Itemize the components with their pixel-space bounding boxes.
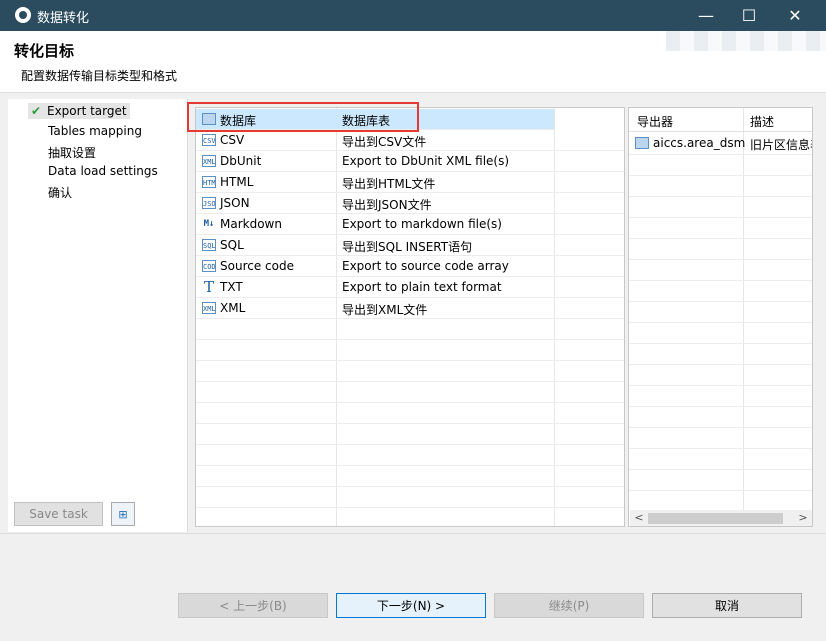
exporter-name: JSON [220,196,250,210]
exporter-table: 数据库 数据库表 CSV CSV 导出到CSV文件 XML DbUnit Export to … [195,107,625,527]
header-decoration [666,31,826,51]
exporter-row[interactable]: T TXT Export to plain text format [196,277,624,298]
exporter-name: TXT [220,280,243,294]
exporter-name: 数据库 [220,114,257,128]
wizard-footer: < 上一步(B) 下一步(N) > 继续(P) 取消 [0,533,826,641]
empty-row [196,487,624,508]
exporter-row[interactable]: CODE Source code Export to source code arr… [196,256,624,277]
empty-row [196,466,624,487]
exporter-description: Export to plain text format [342,280,502,294]
title-bar: 数据转化 — ☐ ✕ [0,0,826,31]
empty-row [196,445,624,466]
table-row[interactable]: aiccs.area_dsm 旧片区信息表 [629,133,812,154]
scroll-left-icon[interactable]: < [632,511,646,526]
exporter-row[interactable]: JSON JSON 导出到JSON文件 [196,193,624,214]
exporter-description: 导出到SQL INSERT语句 [342,240,473,254]
scrollbar-thumb[interactable] [648,513,783,524]
exporter-name: Source code [220,259,294,273]
wizard-steps-pane: ✔ Export target Tables mapping 抽取设置 Data… [8,99,188,532]
empty-row [196,424,624,445]
nav-item-label: Export target [47,104,127,118]
json-file-icon: JSON [202,197,216,209]
empty-row [196,382,624,403]
page-header: 转化目标 配置数据传输目标类型和格式 [0,31,826,93]
check-icon: ✔ [31,104,42,118]
window-title: 数据转化 [37,11,90,26]
exporter-description: 导出到HTML文件 [342,177,436,191]
exporter-name: DbUnit [220,154,262,168]
database-table-icon [202,113,216,125]
exporter-row[interactable]: 数据库 数据库表 [196,109,554,130]
scroll-right-icon[interactable]: > [796,511,810,526]
xml-file-icon: XML [202,302,216,314]
cancel-button[interactable]: 取消 [652,593,802,618]
empty-row [196,319,624,340]
horizontal-scrollbar[interactable]: < > [630,510,812,526]
empty-row [196,340,624,361]
nav-item-confirm[interactable]: 确认 [48,184,72,201]
column-header-exporter: 导出器 [637,115,674,129]
continue-button[interactable]: 继续(P) [494,593,644,618]
nav-item-data-load-settings[interactable]: Data load settings [48,164,158,178]
exporter-row[interactable]: CSV CSV 导出到CSV文件 [196,130,624,151]
empty-row [196,361,624,382]
table-header: 导出器 描述 [629,108,812,132]
exporter-description: 导出到JSON文件 [342,198,432,212]
exporter-row[interactable]: XML XML 导出到XML文件 [196,298,624,319]
empty-row [196,403,624,424]
exporter-name: Markdown [220,217,282,231]
exporter-name: XML [220,301,246,315]
maximize-button[interactable]: ☐ [726,0,772,31]
exporter-description: Export to markdown file(s) [342,217,502,231]
tree-structure-icon: ⊞ [118,507,128,521]
page-subtitle: 配置数据传输目标类型和格式 [21,69,178,83]
app-logo-icon [15,7,31,23]
text-format-icon: T [202,281,216,293]
next-button[interactable]: 下一步(N) > [336,593,486,618]
close-button[interactable]: ✕ [772,0,818,31]
minimize-button[interactable]: — [683,0,729,31]
csv-file-icon: CSV [202,134,216,146]
exporter-description: 导出到XML文件 [342,303,428,317]
exporter-row[interactable]: HTML HTML 导出到HTML文件 [196,172,624,193]
exporter-row[interactable]: SQL SQL 导出到SQL INSERT语句 [196,235,624,256]
markdown-icon: M↓ [202,218,216,230]
source-code-file-icon: CODE [202,260,216,272]
exporter-description: Export to source code array [342,259,509,273]
exporter-row[interactable]: M↓ Markdown Export to markdown file(s) [196,214,624,235]
back-button[interactable]: < 上一步(B) [178,593,328,618]
database-table-icon [635,137,649,149]
nav-item-export-target[interactable]: ✔ Export target [28,103,130,119]
task-config-button[interactable]: ⊞ [111,502,135,526]
exporter-row[interactable]: XML DbUnit Export to DbUnit XML file(s) [196,151,624,172]
nav-item-extract-settings[interactable]: 抽取设置 [48,144,96,161]
exporter-name: SQL [220,238,244,252]
exporter-description: 导出到CSV文件 [342,135,427,149]
selected-exporter-table: 导出器 描述 aiccs.area_dsm 旧片区信息表 < > [628,107,813,527]
exporter-description: 数据库表 [342,114,391,128]
sql-file-icon: SQL [202,239,216,251]
exporter-name: HTML [220,175,254,189]
row-exporter-name: aiccs.area_dsm [653,136,746,150]
exporter-description: Export to DbUnit XML file(s) [342,154,510,168]
html-file-icon: HTML [202,176,216,188]
nav-item-tables-mapping[interactable]: Tables mapping [48,124,142,138]
dbunit-file-icon: XML [202,155,216,167]
row-description: 旧片区信息表 [750,138,812,152]
exporter-name: CSV [220,133,245,147]
page-title: 转化目标 [14,42,75,60]
column-header-description: 描述 [750,115,775,129]
save-task-button[interactable]: Save task [14,502,103,526]
